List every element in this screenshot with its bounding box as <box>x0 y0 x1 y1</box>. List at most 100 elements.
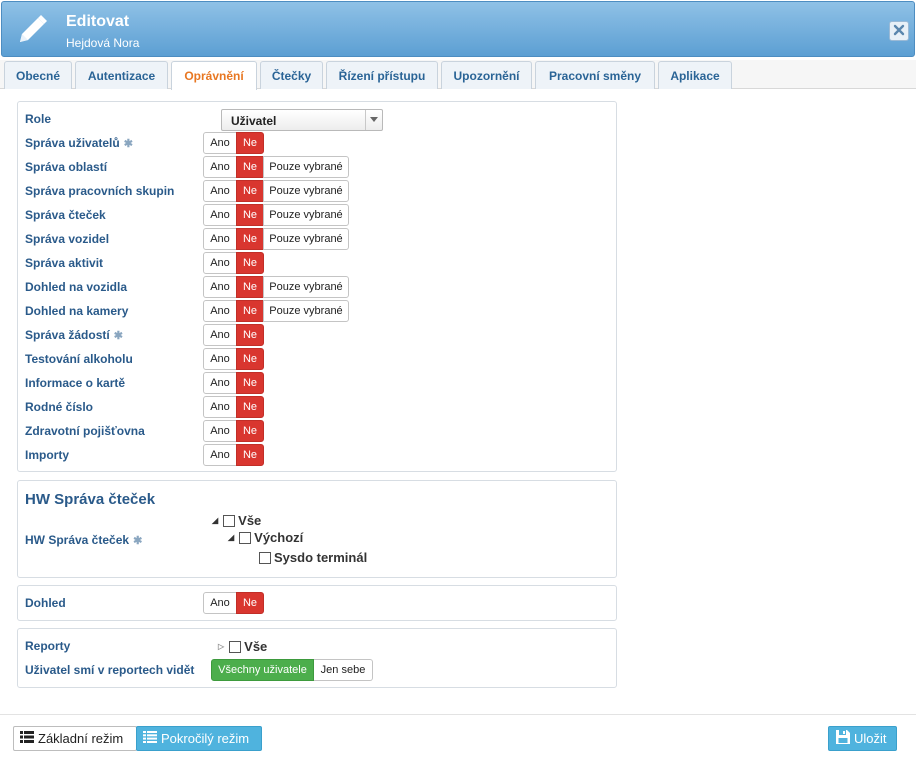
hw-panel: HW Správa čteček HW Správa čteček ✱ ◢ Vše… <box>17 480 617 578</box>
no-option[interactable]: Ne <box>236 228 264 250</box>
selected-only-option[interactable]: Pouze vybrané <box>263 180 349 202</box>
perm-label: Dohled na kamery <box>25 304 129 318</box>
perm-label: Importy <box>25 448 70 462</box>
no-option[interactable]: Ne <box>236 300 264 322</box>
yes-option[interactable]: Ano <box>203 132 237 154</box>
role-label: Role <box>25 112 52 126</box>
tab-pracovni-smeny[interactable]: Pracovní směny <box>535 61 655 89</box>
floppy-disk-icon <box>836 730 854 747</box>
perm-label: Správa vozidel <box>25 232 110 246</box>
yes-option[interactable]: Ano <box>203 252 237 274</box>
dohled-label: Dohled <box>25 596 66 610</box>
role-select-value: Uživatel <box>231 114 277 128</box>
caret-down-icon[interactable]: ◢ <box>212 516 218 525</box>
pencil-icon <box>14 12 50 51</box>
no-option[interactable]: Ne <box>236 396 264 418</box>
yes-option[interactable]: Ano <box>203 324 237 346</box>
no-option[interactable]: Ne <box>236 252 264 274</box>
yes-option[interactable]: Ano <box>203 372 237 394</box>
list-icon <box>20 731 38 746</box>
close-button[interactable] <box>889 21 909 41</box>
yes-option[interactable]: Ano <box>203 444 237 466</box>
tab-obecne[interactable]: Obecné <box>4 61 72 89</box>
all-users-option[interactable]: Všechny uživatele <box>211 659 314 681</box>
yes-option[interactable]: Ano <box>203 396 237 418</box>
perm-toggle-card-info: Ano Ne <box>203 372 264 394</box>
checkbox[interactable] <box>223 514 236 527</box>
basic-mode-button[interactable]: Základní režim <box>13 726 137 751</box>
asterisk-icon: ✱ <box>133 535 143 547</box>
dohled-panel: Dohled Ano Ne <box>17 585 617 621</box>
perm-toggle-health-insurance: Ano Ne <box>203 420 264 442</box>
reports-tree-all[interactable]: ▷ Vše <box>218 639 267 654</box>
list-icon <box>143 731 161 746</box>
no-option[interactable]: Ne <box>236 348 264 370</box>
selected-only-option[interactable]: Pouze vybrané <box>263 156 349 178</box>
perm-toggle-users: Ano Ne <box>203 132 264 154</box>
no-option[interactable]: Ne <box>236 156 264 178</box>
yes-option[interactable]: Ano <box>203 180 237 202</box>
yes-option[interactable]: Ano <box>203 228 237 250</box>
selected-only-option[interactable]: Pouze vybrané <box>263 300 349 322</box>
perm-toggle-readers: Ano Ne Pouze vybrané <box>203 204 349 226</box>
dohled-toggle: Ano Ne <box>203 592 264 614</box>
role-select[interactable]: Uživatel <box>221 109 383 131</box>
no-option[interactable]: Ne <box>236 324 264 346</box>
no-option[interactable]: Ne <box>236 444 264 466</box>
yes-option[interactable]: Ano <box>203 276 237 298</box>
selected-only-option[interactable]: Pouze vybrané <box>263 228 349 250</box>
perm-toggle-vehicles: Ano Ne Pouze vybrané <box>203 228 349 250</box>
tab-upozorneni[interactable]: Upozornění <box>441 61 532 89</box>
no-option[interactable]: Ne <box>236 372 264 394</box>
no-option[interactable]: Ne <box>236 204 264 226</box>
tab-autentizace[interactable]: Autentizace <box>75 61 168 89</box>
checkbox[interactable] <box>229 640 242 653</box>
perm-toggle-imports: Ano Ne <box>203 444 264 466</box>
tree-item-sysdo-terminal[interactable]: Sysdo terminál <box>259 550 367 565</box>
no-option[interactable]: Ne <box>236 180 264 202</box>
selected-only-option[interactable]: Pouze vybrané <box>263 204 349 226</box>
reports-visibility-label: Uživatel smí v reportech vidět <box>25 663 195 677</box>
no-option[interactable]: Ne <box>236 132 264 154</box>
caret-down-icon[interactable]: ◢ <box>228 533 234 542</box>
perm-toggle-alcohol: Ano Ne <box>203 348 264 370</box>
yes-option[interactable]: Ano <box>203 348 237 370</box>
perm-toggle-requests: Ano Ne <box>203 324 264 346</box>
tab-rizeni-pristupu[interactable]: Řízení přístupu <box>326 61 438 89</box>
tab-aplikace[interactable]: Aplikace <box>658 61 732 89</box>
caret-right-icon[interactable]: ▷ <box>218 642 224 651</box>
no-option[interactable]: Ne <box>236 276 264 298</box>
no-option[interactable]: Ne <box>236 420 264 442</box>
yes-option[interactable]: Ano <box>203 204 237 226</box>
perm-toggle-activities: Ano Ne <box>203 252 264 274</box>
close-icon <box>893 24 905 39</box>
yes-option[interactable]: Ano <box>203 156 237 178</box>
checkbox[interactable] <box>259 551 271 564</box>
reports-label: Reporty <box>25 639 71 653</box>
selected-only-option[interactable]: Pouze vybrané <box>263 276 349 298</box>
yes-option[interactable]: Ano <box>203 592 237 614</box>
no-option[interactable]: Ne <box>236 592 264 614</box>
dialog-title: Editovat <box>66 13 130 30</box>
tree-item-all[interactable]: ◢ Vše <box>212 513 261 528</box>
footer-divider <box>0 714 916 715</box>
perm-label: Dohled na vozidla <box>25 280 128 294</box>
perm-toggle-camera-monitoring: Ano Ne Pouze vybrané <box>203 300 349 322</box>
tab-ctecky[interactable]: Čtečky <box>260 61 323 89</box>
yes-option[interactable]: Ano <box>203 420 237 442</box>
self-only-option[interactable]: Jen sebe <box>314 659 373 681</box>
tree-item-default[interactable]: ◢ Výchozí <box>228 530 303 545</box>
perm-label: Zdravotní pojišťovna <box>25 424 145 438</box>
dialog-subtitle: Hejdová Nora <box>66 36 140 50</box>
perm-label: Testování alkoholu <box>25 352 133 366</box>
tab-opravneni[interactable]: Oprávnění <box>171 61 257 90</box>
hw-section-title: HW Správa čteček <box>25 491 156 508</box>
yes-option[interactable]: Ano <box>203 300 237 322</box>
perm-toggle-vehicle-monitoring: Ano Ne Pouze vybrané <box>203 276 349 298</box>
advanced-mode-button[interactable]: Pokročilý režim <box>136 726 262 751</box>
chevron-down-icon <box>365 110 382 130</box>
save-button[interactable]: Uložit <box>828 726 897 751</box>
perm-toggle-areas: Ano Ne Pouze vybrané <box>203 156 349 178</box>
perm-toggle-workgroups: Ano Ne Pouze vybrané <box>203 180 349 202</box>
checkbox[interactable] <box>239 531 252 544</box>
